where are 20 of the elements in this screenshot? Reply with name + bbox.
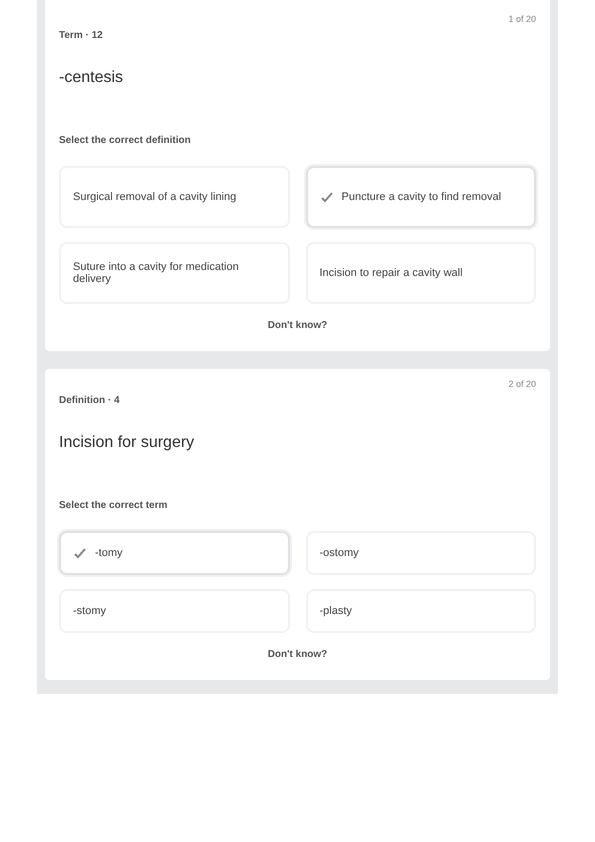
prompt-text: -centesis	[59, 69, 124, 87]
prompt-text: Incision for surgery	[59, 434, 196, 452]
question-text: Select the correct term	[59, 500, 168, 511]
answer-option[interactable]: Puncture a cavity to find removal	[306, 166, 536, 228]
answer-option[interactable]: -stomy	[59, 589, 290, 633]
progress-counter: 2 of 20	[508, 379, 536, 389]
card-label: Definition · 4	[59, 395, 121, 406]
dont-know-link[interactable]: Don't know?	[268, 649, 328, 660]
check-icon	[320, 190, 334, 204]
answer-option[interactable]: -ostomy	[306, 531, 536, 575]
answer-option[interactable]: Suture into a cavity for medication delivery	[59, 242, 290, 304]
dont-know-link[interactable]: Don't know?	[268, 320, 328, 331]
check-icon	[73, 546, 87, 560]
answer-option[interactable]: Incision to repair a cavity wall	[306, 242, 536, 304]
answer-option[interactable]: -plasty	[306, 589, 536, 633]
answer-option[interactable]: -tomy	[59, 531, 290, 575]
question-text: Select the correct definition	[59, 135, 192, 146]
progress-counter: 1 of 20	[508, 14, 536, 24]
card-label: Term · 12	[59, 30, 104, 41]
answer-option[interactable]: Surgical removal of a cavity lining	[59, 166, 290, 228]
